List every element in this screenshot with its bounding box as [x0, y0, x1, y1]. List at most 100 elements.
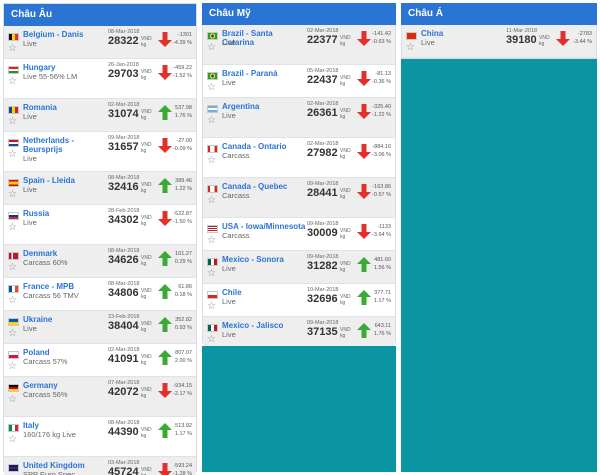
change-percent: -3.06 % [372, 152, 391, 158]
market-name[interactable]: Denmark [23, 249, 107, 258]
star-icon[interactable]: ☆ [207, 116, 216, 126]
market-name[interactable]: Belgium - Danis [23, 30, 107, 39]
list-item[interactable]: ☆ Argentina Live 02-Mar-2018 26361 VND kg -325.… [203, 98, 395, 138]
star-icon[interactable]: ☆ [207, 196, 216, 206]
star-icon[interactable]: ☆ [8, 223, 17, 233]
market-subtitle: Carcass 57% [23, 357, 68, 366]
weight-label: kg [539, 40, 545, 47]
change-percent: 1.56 % [373, 265, 391, 271]
market-name[interactable]: Romania [23, 103, 107, 112]
market-subtitle: Live [222, 38, 236, 47]
change-percent: -1.50 % [173, 219, 192, 225]
price-value: 32696 [307, 293, 338, 305]
price-value: 31657 [108, 141, 139, 153]
market-name[interactable]: USA - Iowa/Minnesota [222, 222, 306, 231]
market-name[interactable]: Germany [23, 381, 107, 390]
market-subtitle: Carcass 56 TMV [23, 291, 79, 300]
market-name[interactable]: Canada - Quebec [222, 182, 306, 191]
star-icon[interactable]: ☆ [8, 150, 17, 160]
weight-label: kg [340, 113, 346, 120]
list-item[interactable]: ☆ Italy 160/176 kg Live 08-Mar-2018 44390 VND… [4, 417, 196, 457]
price-unit: VNDkg [141, 354, 155, 366]
pl-flag-icon [8, 351, 19, 359]
change-amount: -934.15 [173, 383, 192, 389]
star-icon[interactable]: ☆ [8, 44, 17, 54]
list-item[interactable]: ☆ Germany Carcass 56% 07-Mar-2018 42072 VND kg… [4, 377, 196, 417]
list-item[interactable]: ☆ Netherlands - Beursprijs Live 09-Mar-2018… [4, 132, 196, 172]
market-name[interactable]: Mexico - Jalisco [222, 321, 306, 330]
star-icon[interactable]: ☆ [207, 156, 216, 166]
market-name[interactable]: Canada - Ontario [222, 142, 306, 151]
market-subtitle: Live [222, 264, 236, 273]
market-name[interactable]: Chile [222, 288, 306, 297]
list-item[interactable]: ☆ Poland Carcass 57% 02-Mar-2018 41091 VND kg 8… [4, 344, 196, 377]
list-item[interactable]: ☆ Canada - Ontario Carcass 02-Mar-2018 27982… [203, 138, 395, 178]
star-icon[interactable]: ☆ [207, 43, 216, 53]
market-name[interactable]: Russia [23, 209, 107, 218]
market-name[interactable]: Netherlands - Beursprijs [23, 136, 107, 154]
star-icon[interactable]: ☆ [207, 269, 216, 279]
star-icon[interactable]: ☆ [8, 77, 17, 87]
list-item[interactable]: ☆ Hungary Live 55-56% LM 26-Jan-2018 29703 VN… [4, 59, 196, 99]
list-item[interactable]: ☆ Russia Live 28-Feb-2018 34302 VND kg -522.87-… [4, 205, 196, 245]
change-amount: 389.46 [175, 178, 192, 184]
star-icon[interactable]: ☆ [207, 236, 216, 246]
star-icon[interactable]: ☆ [8, 117, 17, 127]
market-name[interactable]: Ukraine [23, 315, 107, 324]
list-item[interactable]: ☆ Brazil - Paraná Live 05-Mar-2018 22437 VND k… [203, 65, 395, 98]
list-item[interactable]: ☆ Spain - Lleida Live 08-Mar-2018 32416 VND kg… [4, 172, 196, 205]
price-value: 44390 [108, 426, 139, 438]
list-item[interactable]: ☆United KingdomSPP Euro Spec03-Mar-20184… [4, 457, 196, 475]
market-name[interactable]: Poland [23, 348, 107, 357]
list-item[interactable]: ☆ China Live 11-Mar-2018 39180 VND kg -2783 -3.4… [402, 25, 596, 58]
star-icon[interactable]: ☆ [8, 329, 17, 339]
price-unit: VNDkg [340, 108, 354, 120]
list-item[interactable]: ☆ Belgium - Danis Live 08-Mar-2018 28322 VND k… [4, 26, 196, 59]
market-name[interactable]: China [421, 29, 505, 38]
price-unit: VNDkg [141, 387, 155, 399]
star-icon[interactable]: ☆ [207, 83, 216, 93]
change-amount: 377.71 [374, 290, 391, 296]
price-unit: VNDkg [539, 35, 553, 47]
column-americas: Châu Mỹ ☆ Brazil - Santa Catarina Live 02-M… [202, 3, 396, 472]
market-subtitle: Live [23, 112, 37, 121]
list-item[interactable]: ☆ Brazil - Santa Catarina Live 02-Mar-2018 2… [203, 25, 395, 65]
star-icon[interactable]: ☆ [8, 395, 17, 405]
list-item[interactable]: ☆ France - MPB Carcass 56 TMV 08-Mar-2018 34… [4, 278, 196, 311]
market-name[interactable]: France - MPB [23, 282, 107, 291]
price-unit: VNDkg [141, 467, 155, 475]
list-item[interactable]: ☆ Canada - Quebec Carcass 09-Mar-2018 28441 V… [203, 178, 395, 218]
star-icon[interactable]: ☆ [8, 190, 17, 200]
list-item[interactable]: ☆ Romania Live 02-Mar-2018 31074 VND kg 537.98 1… [4, 99, 196, 132]
list-item[interactable]: ☆ Mexico - Sonora Live 09-Mar-2018 31282 VND k… [203, 251, 395, 284]
price-unit: VNDkg [340, 188, 354, 200]
market-name[interactable]: Italy [23, 421, 107, 430]
star-icon[interactable]: ☆ [207, 302, 216, 312]
price-value: 27982 [307, 147, 338, 159]
price-value: 45724 [108, 466, 139, 475]
star-icon[interactable]: ☆ [8, 296, 17, 306]
list-item[interactable]: ☆ USA - Iowa/Minnesota Carcass 09-Mar-2018 3… [203, 218, 395, 251]
star-icon[interactable]: ☆ [207, 335, 216, 345]
star-icon[interactable]: ☆ [8, 435, 17, 445]
market-name[interactable]: Spain - Lleida [23, 176, 107, 185]
price-change: 513.92 1.17 % [166, 422, 192, 438]
list-item[interactable]: ☆ Chile Live 10-Mar-2018 32696 VND kg 377.71 1.1… [203, 284, 395, 317]
market-name[interactable]: Hungary [23, 63, 107, 72]
star-icon[interactable]: ☆ [8, 263, 17, 273]
list-item[interactable]: ☆ Ukraine Live 23-Feb-2018 38404 VND kg 352.82 0… [4, 311, 196, 344]
price-change: -1133 -3.64 % [365, 223, 391, 239]
change-percent: 0.93 % [174, 325, 192, 331]
star-icon[interactable]: ☆ [8, 362, 17, 372]
market-name[interactable]: United Kingdom [23, 461, 107, 470]
list-item[interactable]: ☆ Denmark Carcass 60% 08-Mar-2018 34626 VND kg… [4, 245, 196, 278]
price-unit: VNDkg [141, 427, 155, 439]
price-change: -141.42 -0.63 % [365, 30, 391, 46]
star-icon[interactable]: ☆ [406, 43, 415, 53]
market-name[interactable]: Mexico - Sonora [222, 255, 306, 264]
de-flag-icon [8, 384, 19, 392]
market-name[interactable]: Brazil - Paraná [222, 69, 306, 78]
change-amount: -522.87 [173, 211, 192, 217]
change-amount: 537.98 [175, 105, 192, 111]
market-name[interactable]: Argentina [222, 102, 306, 111]
